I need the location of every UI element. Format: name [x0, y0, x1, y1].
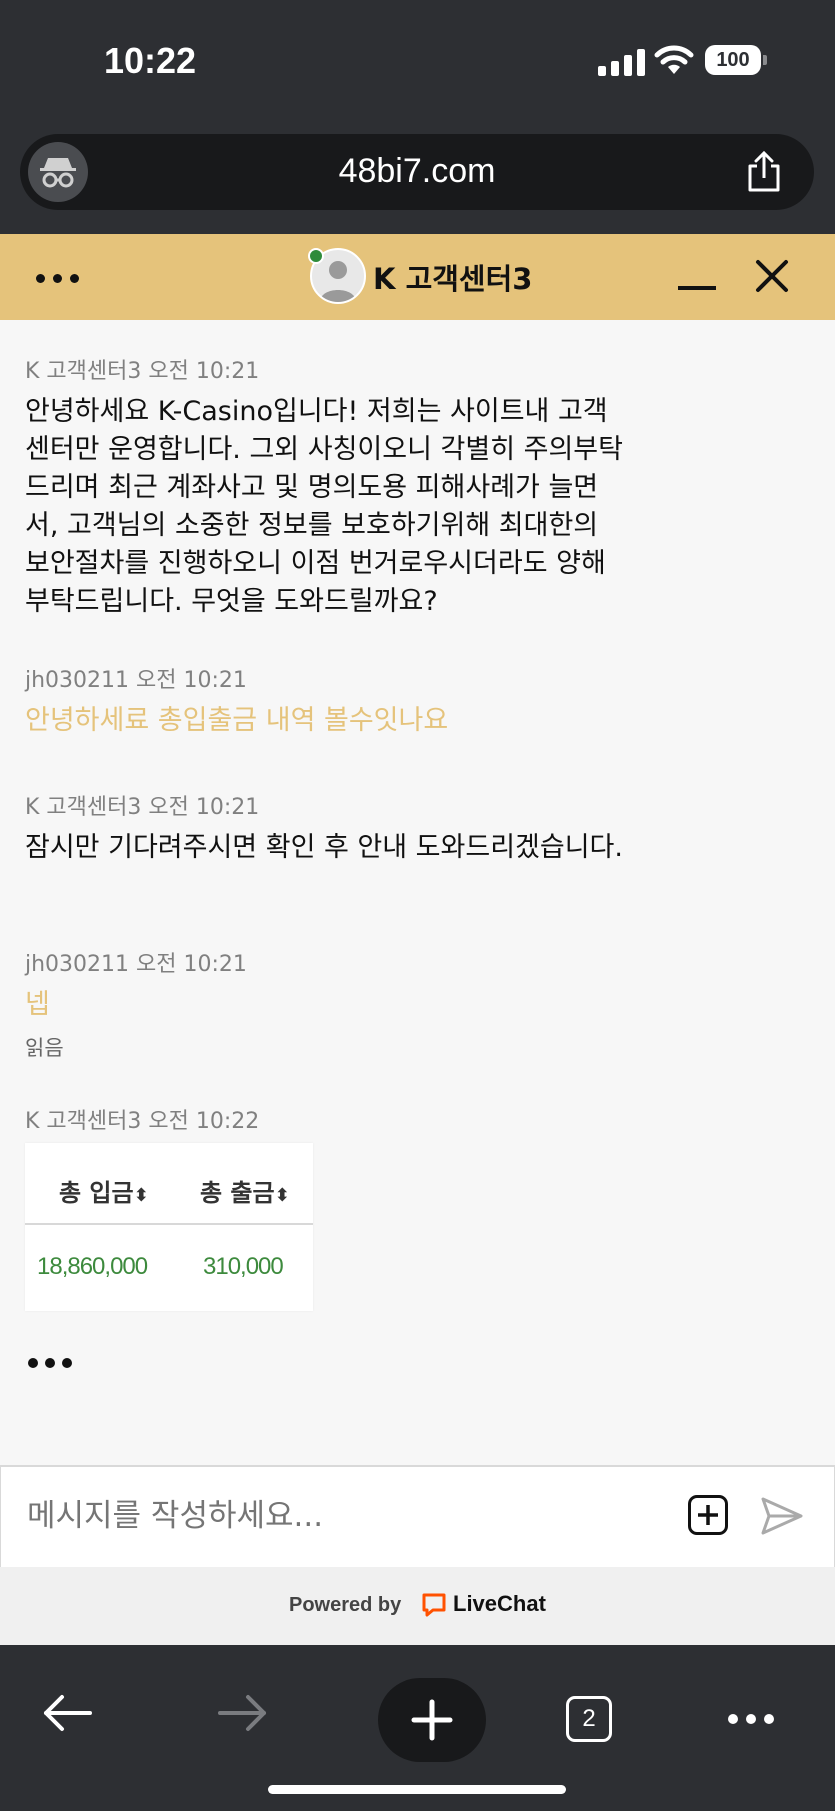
- battery-icon: 100: [705, 45, 761, 75]
- new-tab-button[interactable]: [378, 1678, 486, 1762]
- browser-menu-icon[interactable]: [728, 1714, 774, 1724]
- table-cell-withdrawal: 310,000: [203, 1253, 284, 1280]
- message-agent: K 고객센터3 오전 10:21 잠시만 기다려주시면 확인 후 안내 도와드리…: [25, 789, 645, 867]
- chat-header: K 고객센터3: [0, 234, 835, 320]
- send-icon[interactable]: [759, 1495, 805, 1537]
- read-receipt: 읽음: [25, 1036, 64, 1060]
- message-meta: jh030211 오전 10:21: [25, 668, 247, 693]
- forward-arrow-icon[interactable]: [214, 1685, 270, 1741]
- share-icon[interactable]: [744, 150, 784, 194]
- wifi-icon: [654, 45, 694, 74]
- more-options-icon[interactable]: [36, 274, 79, 283]
- message-text: 넵: [25, 989, 50, 1020]
- typing-indicator: [28, 1358, 72, 1368]
- agent-name: K 고객센터3: [373, 262, 533, 296]
- table-divider: [25, 1223, 313, 1225]
- online-status-icon: [308, 248, 324, 264]
- add-attachment-icon[interactable]: [688, 1495, 728, 1535]
- message-input[interactable]: [25, 1497, 649, 1535]
- livechat-brand[interactable]: LiveChat: [453, 1591, 546, 1617]
- message-meta: K 고객센터3 오전 10:22: [25, 1109, 260, 1134]
- cellular-signal-icon: [598, 48, 645, 76]
- message-meta: K 고객센터3 오전 10:21: [25, 359, 260, 384]
- powered-by-text: Powered by: [289, 1594, 402, 1616]
- message-composer: [0, 1465, 835, 1568]
- message-list[interactable]: K 고객센터3 오전 10:21 안녕하세요 K-Casino입니다! 저희는 …: [0, 320, 835, 1465]
- powered-by-footer: Powered by LiveChat: [0, 1567, 835, 1645]
- battery-tip: [763, 55, 767, 65]
- message-user: jh030211 오전 10:21 안녕하세료 총입출금 내역 볼수잇나요: [25, 662, 645, 740]
- message-text: 잠시만 기다려주시면 확인 후 안내 도와드리겠습니다.: [25, 832, 623, 863]
- message-agent: K 고객센터3 오전 10:21 안녕하세요 K-Casino입니다! 저희는 …: [25, 353, 645, 621]
- plus-icon: [411, 1699, 453, 1741]
- table-header-withdrawal: 총 출금⬍: [200, 1179, 290, 1207]
- message-meta: jh030211 오전 10:21: [25, 952, 247, 977]
- message-user: jh030211 오전 10:21 넵 읽음: [25, 946, 645, 1062]
- close-icon[interactable]: [752, 256, 792, 296]
- table-cell-deposit: 18,860,000: [37, 1253, 148, 1280]
- table-header-deposit: 총 입금⬍: [59, 1179, 149, 1207]
- address-bar[interactable]: 48bi7.com: [20, 134, 814, 210]
- status-time: 10:22: [104, 40, 197, 81]
- message-agent-image: K 고객센터3 오전 10:22 총 입금⬍ 총 출금⬍ 18,860,000 …: [25, 1103, 645, 1311]
- livechat-logo-icon: [422, 1593, 446, 1617]
- home-indicator[interactable]: [268, 1785, 566, 1794]
- tab-switcher-button[interactable]: 2: [566, 1696, 612, 1742]
- message-meta: K 고객센터3 오전 10:21: [25, 795, 260, 820]
- back-arrow-icon[interactable]: [40, 1685, 96, 1741]
- url-text[interactable]: 48bi7.com: [20, 152, 814, 191]
- browser-toolbar: 2: [0, 1645, 835, 1811]
- message-text: 안녕하세요 K-Casino입니다! 저희는 사이트내 고객센터만 운영합니다.…: [25, 396, 623, 617]
- deposit-withdrawal-table[interactable]: 총 입금⬍ 총 출금⬍ 18,860,000 310,000: [25, 1143, 313, 1311]
- message-text: 안녕하세료 총입출금 내역 볼수잇나요: [25, 705, 449, 736]
- minimize-icon[interactable]: [678, 286, 716, 290]
- status-bar: 10:22 100 48bi7.com: [0, 0, 835, 234]
